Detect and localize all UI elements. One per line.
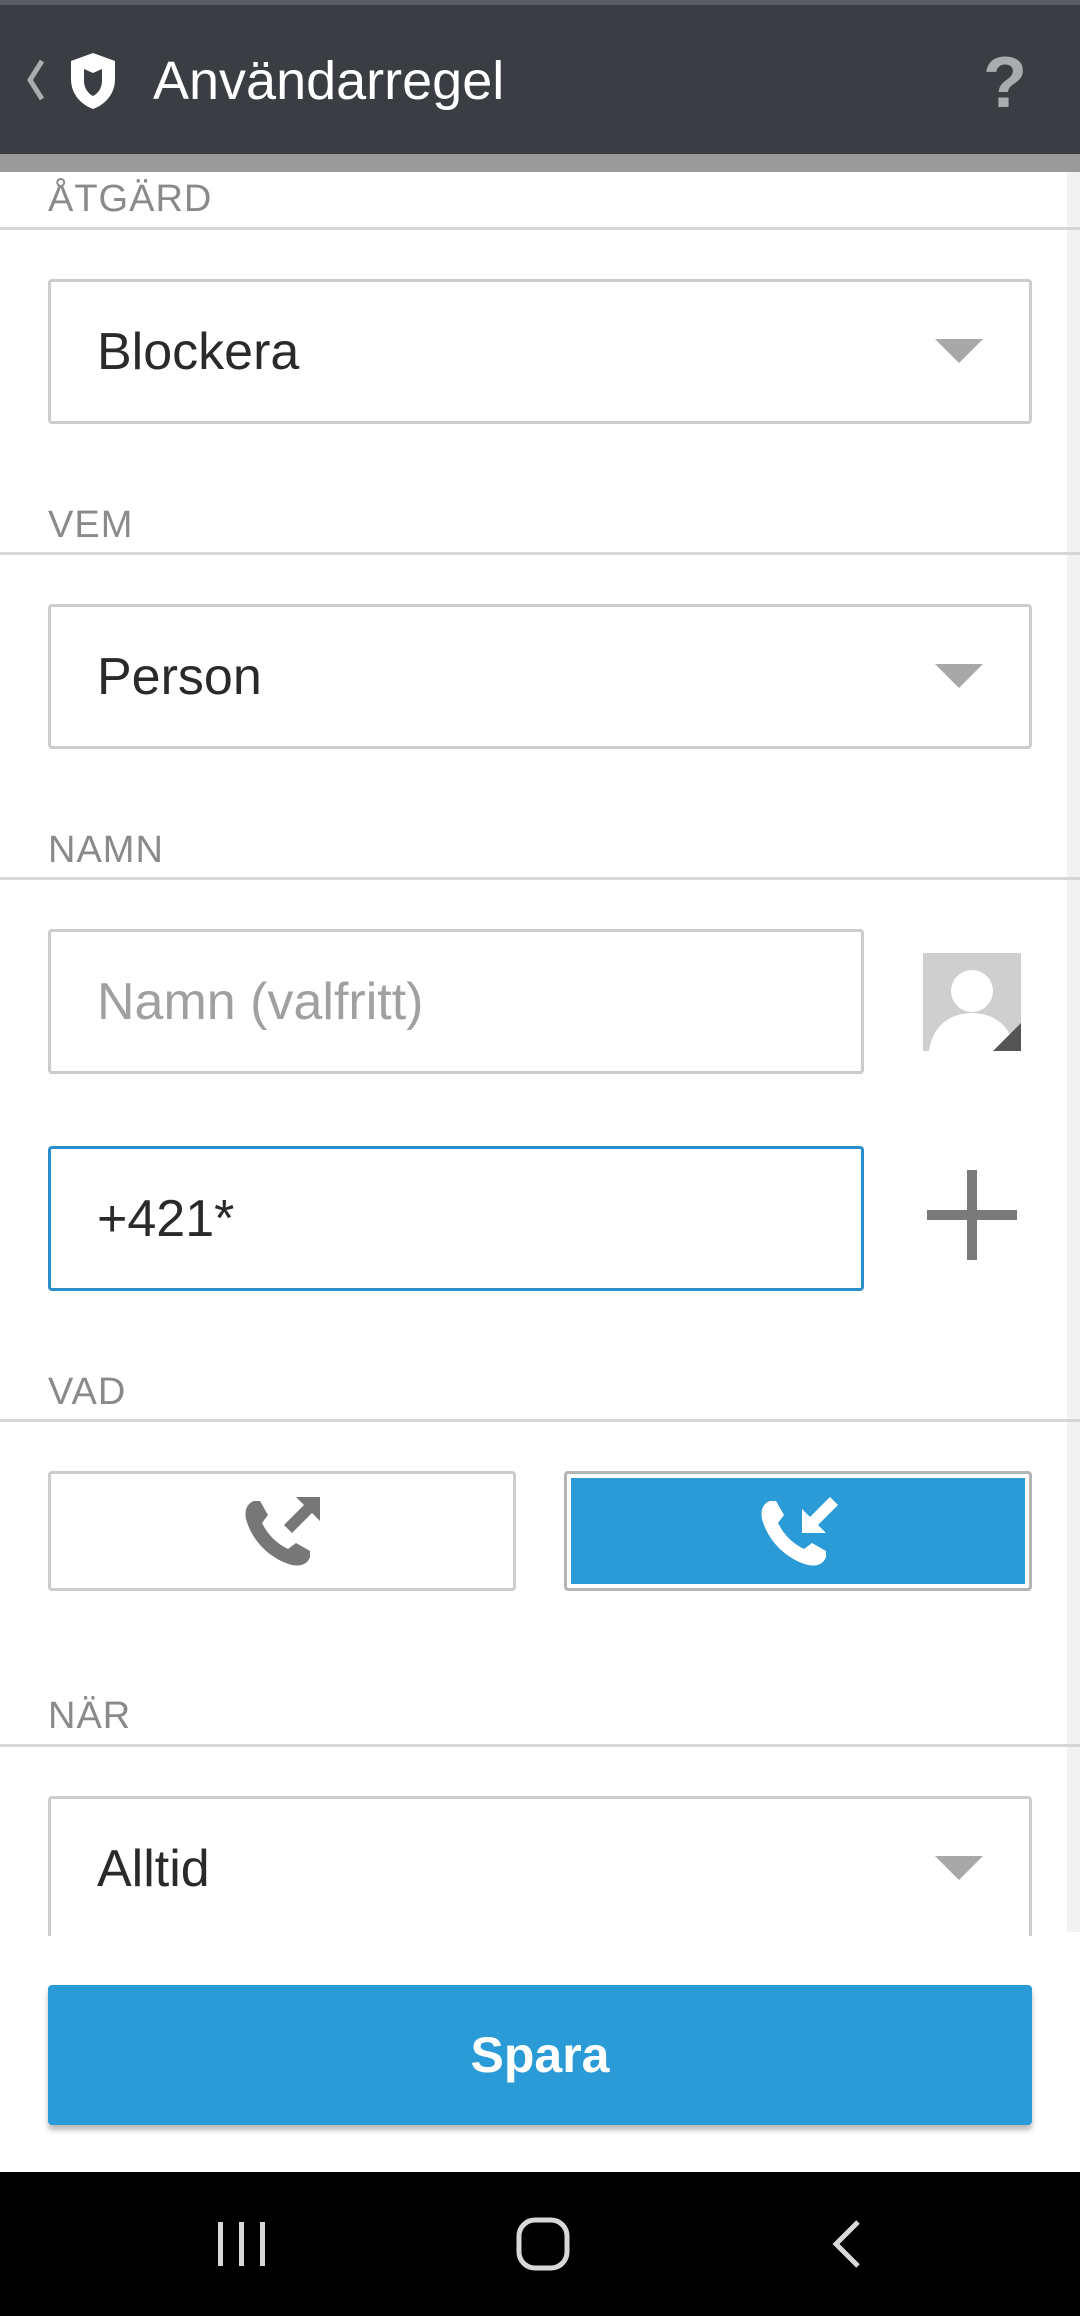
divider — [0, 227, 1080, 230]
who-dropdown[interactable]: Person — [48, 604, 1032, 749]
recent-apps-button[interactable] — [172, 2172, 312, 2316]
action-dropdown[interactable]: Blockera — [48, 279, 1032, 424]
when-dropdown[interactable]: Alltid — [48, 1796, 1032, 1941]
save-button[interactable]: Spara — [48, 1985, 1032, 2125]
incoming-call-toggle[interactable] — [564, 1471, 1032, 1591]
divider — [0, 552, 1080, 555]
app-header: Användarregel ? — [0, 0, 1080, 154]
help-button[interactable]: ? — [975, 43, 1035, 123]
section-label-when: NÄR — [48, 1695, 132, 1737]
name-input-placeholder: Namn (valfritt) — [97, 972, 424, 1031]
section-label-action: ÅTGÄRD — [48, 178, 213, 220]
outgoing-call-icon — [245, 1497, 320, 1566]
page-title: Användarregel — [153, 51, 505, 111]
number-input[interactable]: +421* — [48, 1146, 864, 1291]
incoming-call-icon — [761, 1497, 838, 1566]
outgoing-call-toggle[interactable] — [48, 1471, 516, 1591]
name-input[interactable]: Namn (valfritt) — [48, 929, 864, 1074]
dropdown-arrow-icon — [935, 1856, 983, 1880]
action-dropdown-value: Blockera — [97, 322, 300, 381]
home-icon — [516, 2217, 570, 2271]
section-label-who: VEM — [48, 504, 134, 546]
who-dropdown-value: Person — [97, 647, 262, 706]
when-dropdown-value: Alltid — [97, 1839, 210, 1898]
divider — [0, 1744, 1080, 1747]
shield-icon — [71, 53, 115, 109]
recent-apps-icon — [218, 2222, 265, 2266]
dropdown-arrow-icon — [935, 664, 983, 688]
system-navigation-bar — [0, 2172, 1080, 2316]
section-label-what: VAD — [48, 1371, 127, 1413]
back-icon — [832, 2220, 860, 2268]
chevron-left-icon[interactable] — [24, 57, 48, 103]
number-input-value: +421* — [97, 1189, 235, 1248]
header-shadow — [0, 154, 1080, 172]
home-button[interactable] — [473, 2172, 613, 2316]
back-button[interactable] — [776, 2172, 916, 2316]
scroll-clip — [0, 1936, 1080, 1976]
divider — [0, 1419, 1080, 1422]
scrollbar[interactable] — [1067, 172, 1080, 1932]
divider — [0, 877, 1080, 880]
contact-picker-icon[interactable] — [923, 953, 1021, 1051]
section-label-name: NAMN — [48, 829, 164, 871]
dropdown-arrow-icon — [935, 339, 983, 363]
plus-icon[interactable] — [925, 1168, 1019, 1262]
